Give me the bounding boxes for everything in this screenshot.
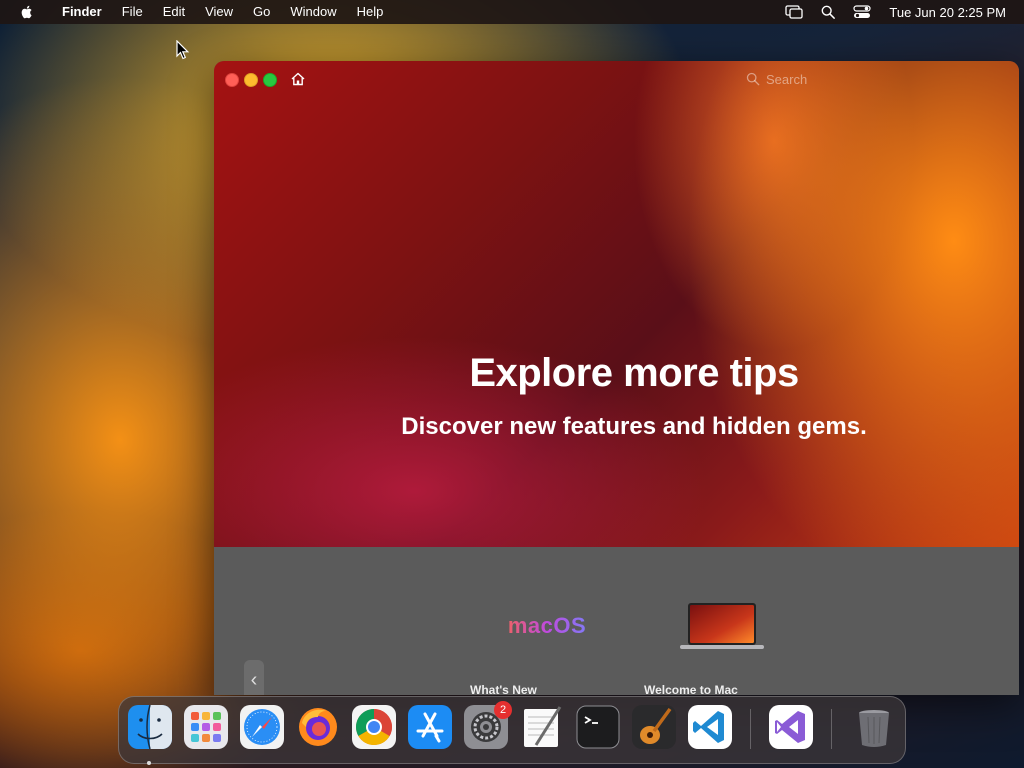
dock-visual-studio[interactable] bbox=[769, 705, 813, 749]
menu-window[interactable]: Window bbox=[280, 0, 346, 24]
menu-help[interactable]: Help bbox=[347, 0, 394, 24]
page-title: Explore more tips bbox=[469, 351, 799, 395]
dock-chrome[interactable] bbox=[352, 705, 396, 749]
dock-system-settings[interactable]: 2 bbox=[464, 701, 512, 749]
close-window-button[interactable] bbox=[225, 73, 239, 87]
search-field[interactable]: Search bbox=[746, 70, 807, 88]
launchpad-icon bbox=[184, 705, 228, 749]
menu-bar: Finder File Edit View Go Window Help Tue… bbox=[0, 0, 1024, 24]
dock-launchpad[interactable] bbox=[184, 705, 228, 749]
visual-studio-icon bbox=[769, 705, 813, 749]
home-icon[interactable] bbox=[290, 71, 306, 87]
dock-firefox[interactable] bbox=[296, 705, 340, 749]
chrome-icon bbox=[352, 705, 396, 749]
window-titlebar: Search bbox=[214, 61, 1019, 97]
chevron-left-icon: ‹ bbox=[250, 668, 258, 691]
running-indicator bbox=[147, 761, 151, 765]
menu-file[interactable]: File bbox=[112, 0, 153, 24]
textedit-icon bbox=[524, 706, 562, 747]
finder-icon bbox=[128, 705, 172, 749]
trash-icon bbox=[859, 710, 889, 747]
menu-edit[interactable]: Edit bbox=[153, 0, 195, 24]
macbook-icon bbox=[680, 603, 764, 649]
screen-mirroring-icon[interactable] bbox=[785, 4, 804, 20]
menu-app-name[interactable]: Finder bbox=[52, 0, 112, 24]
menu-clock[interactable]: Tue Jun 20 2:25 PM bbox=[889, 5, 1006, 20]
dock-separator bbox=[831, 709, 832, 749]
dock-trash[interactable] bbox=[852, 705, 896, 749]
carousel-previous-button[interactable]: ‹ bbox=[244, 660, 264, 695]
menu-go[interactable]: Go bbox=[243, 0, 280, 24]
dock: 2 bbox=[118, 696, 906, 765]
dock-garageband[interactable] bbox=[632, 705, 676, 749]
app-store-icon bbox=[408, 705, 452, 749]
dock-separator bbox=[750, 709, 751, 749]
card-title-welcome-to-mac[interactable]: Welcome to Mac bbox=[644, 683, 738, 695]
dock-textedit[interactable] bbox=[520, 705, 564, 749]
search-icon bbox=[746, 72, 760, 86]
search-placeholder: Search bbox=[766, 71, 808, 87]
tips-collection-carousel: ‹ macOS What's New Welcome to Mac bbox=[214, 547, 1019, 695]
dock-vscode[interactable] bbox=[688, 705, 732, 749]
spotlight-search-icon[interactable] bbox=[819, 4, 837, 20]
apple-menu-icon[interactable] bbox=[19, 4, 35, 20]
tips-window: Search Explore more tips Discover new fe… bbox=[214, 61, 1019, 695]
page-subtitle: Discover new features and hidden gems. bbox=[401, 413, 867, 440]
safari-icon bbox=[240, 705, 284, 749]
control-center-icon[interactable] bbox=[853, 4, 872, 20]
notification-badge: 2 bbox=[494, 701, 512, 719]
garageband-icon bbox=[632, 705, 676, 749]
dock-finder[interactable] bbox=[128, 705, 172, 765]
terminal-icon bbox=[576, 705, 620, 749]
card-title-whats-new[interactable]: What's New bbox=[470, 683, 537, 695]
minimize-window-button[interactable] bbox=[244, 73, 258, 87]
vscode-icon bbox=[688, 705, 732, 749]
menu-view[interactable]: View bbox=[195, 0, 243, 24]
mouse-cursor-icon bbox=[176, 40, 190, 60]
hero-banner bbox=[214, 61, 1019, 547]
macos-logo: macOS bbox=[492, 613, 602, 639]
dock-terminal[interactable] bbox=[576, 705, 620, 749]
dock-app-store[interactable] bbox=[408, 705, 452, 749]
dock-safari[interactable] bbox=[240, 705, 284, 749]
zoom-window-button[interactable] bbox=[263, 73, 277, 87]
firefox-icon bbox=[299, 708, 337, 746]
